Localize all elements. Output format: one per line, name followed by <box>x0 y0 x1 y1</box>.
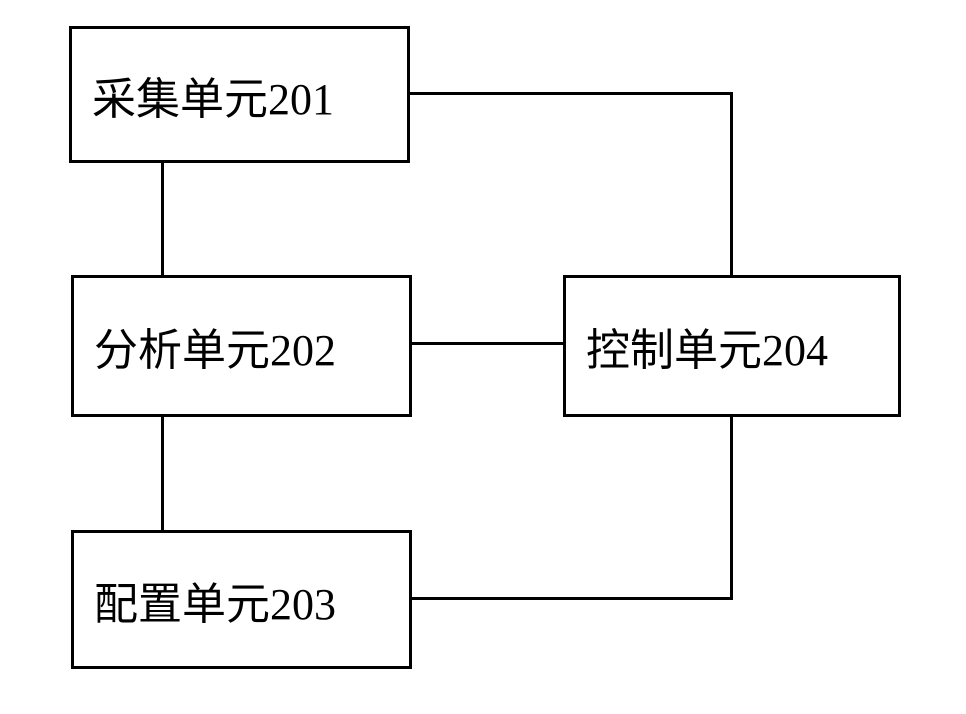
connector-collection-analysis <box>161 163 164 275</box>
connector-analysis-configuration <box>161 417 164 530</box>
box-collection-label: 采集单元201 <box>92 63 334 127</box>
box-analysis-unit: 分析单元202 <box>71 275 412 417</box>
connector-collection-control-v <box>730 92 733 275</box>
box-collection-unit: 采集单元201 <box>69 26 410 163</box>
box-analysis-label: 分析单元202 <box>94 314 336 378</box>
connector-collection-control-h <box>410 92 733 95</box>
connector-analysis-control <box>412 342 563 345</box>
connector-configuration-control-v <box>730 417 733 600</box>
box-configuration-unit: 配置单元203 <box>71 530 412 669</box>
connector-configuration-control-h <box>412 597 733 600</box>
box-configuration-label: 配置单元203 <box>94 568 336 632</box>
box-control-label: 控制单元204 <box>586 314 828 378</box>
box-control-unit: 控制单元204 <box>563 275 901 417</box>
